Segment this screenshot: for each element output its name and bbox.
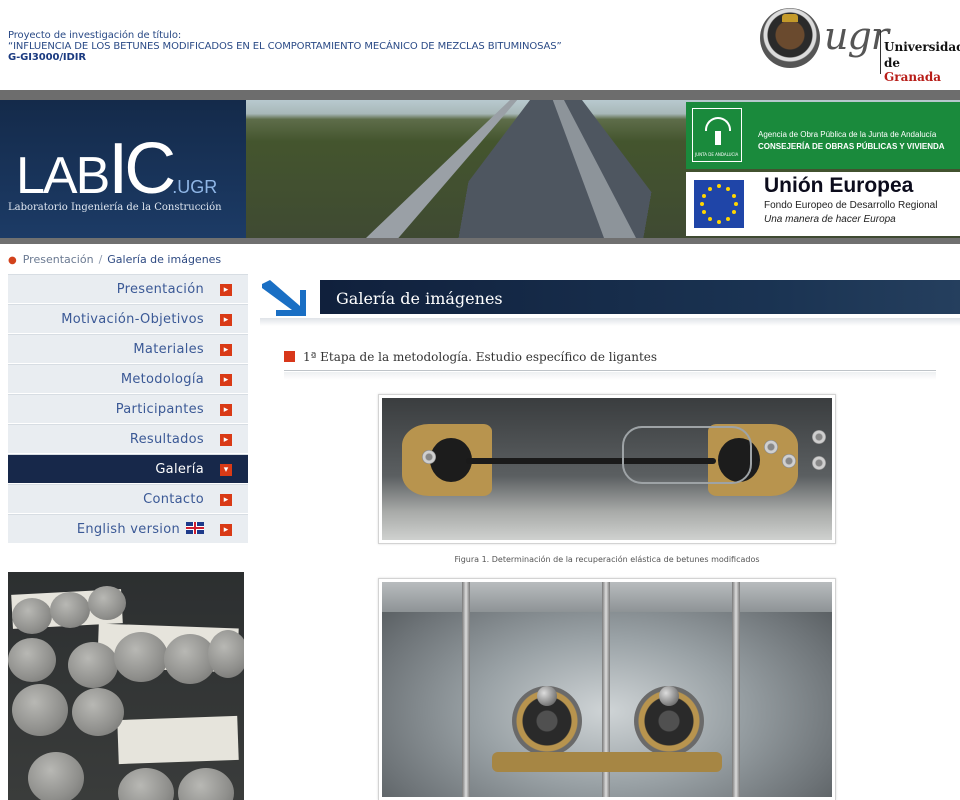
sidebar-item-label: Resultados bbox=[129, 431, 204, 447]
ugr-name-line1: Universidad bbox=[884, 40, 960, 54]
university-seal-icon bbox=[760, 8, 820, 68]
labic-logo-block[interactable]: LABIC.UGR Laboratorio Ingeniería de la C… bbox=[0, 100, 246, 238]
road-lanes bbox=[426, 100, 686, 238]
breadcrumb-separator: / bbox=[98, 253, 103, 266]
figure-1-photo bbox=[382, 398, 832, 540]
uk-flag-icon bbox=[186, 521, 204, 534]
section-header: Galería de imágenes bbox=[260, 274, 960, 320]
square-bullet-icon bbox=[284, 351, 295, 362]
sidebar-item-label: Galería bbox=[155, 461, 204, 477]
eu-title: Unión Europea bbox=[764, 174, 914, 197]
arrow-right-icon: ▸ bbox=[220, 374, 232, 386]
sidebar-item-english[interactable]: English version ▸ bbox=[8, 514, 248, 544]
sidebar-item-galeria[interactable]: Galería ▾ bbox=[8, 454, 248, 484]
ugr-name-line2: de Granada bbox=[884, 56, 960, 84]
labic-subtitle: Laboratorio Ingeniería de la Construcció… bbox=[8, 202, 222, 213]
sidebar-nav: Presentación ▸ Motivación-Objetivos ▸ Ma… bbox=[8, 274, 248, 544]
arrow-right-icon: ▸ bbox=[220, 524, 232, 536]
banner-bottom-bar bbox=[0, 238, 960, 244]
eu-line2: Una manera de hacer Europa bbox=[764, 214, 896, 225]
breadcrumb: ● Presentación / Galería de imágenes bbox=[8, 253, 221, 266]
figure-1-caption: Figura 1. Determinación de la recuperaci… bbox=[454, 555, 760, 564]
arrow-right-icon: ▸ bbox=[220, 284, 232, 296]
project-line2: “INFLUENCIA DE LOS BETUNES MODIFICADOS E… bbox=[8, 41, 562, 52]
eu-logo[interactable]: Unión Europea Fondo Europeo de Desarroll… bbox=[686, 172, 960, 236]
sidebar-item-resultados[interactable]: Resultados ▸ bbox=[8, 424, 248, 454]
section-header-shadow bbox=[260, 318, 960, 326]
stage-heading: 1ª Etapa de la metodología. Estudio espe… bbox=[284, 350, 657, 364]
ugr-name-prefix: de bbox=[884, 56, 901, 70]
arrow-down-right-icon bbox=[262, 280, 306, 316]
arrow-right-icon: ▸ bbox=[220, 314, 232, 326]
logo-divider bbox=[880, 30, 881, 74]
sidebar-item-metodologia[interactable]: Metodología ▸ bbox=[8, 364, 248, 394]
steel-ball-left bbox=[537, 686, 557, 706]
stage-heading-text: 1ª Etapa de la metodología. Estudio espe… bbox=[303, 350, 658, 364]
sidebar-item-label: Presentación bbox=[116, 281, 204, 297]
arrow-right-icon: ▸ bbox=[220, 344, 232, 356]
sidebar-item-label: Motivación-Objetivos bbox=[61, 311, 204, 327]
arrow-right-icon: ▸ bbox=[220, 404, 232, 416]
eu-flag-icon bbox=[694, 180, 744, 228]
sidebar-item-contacto[interactable]: Contacto ▸ bbox=[8, 484, 248, 514]
breadcrumb-current: Galería de imágenes bbox=[107, 253, 222, 266]
stage-divider-shadow bbox=[284, 372, 936, 380]
junta-andalucia-logo[interactable]: JUNTA DE ANDALUCIA Agencia de Obra Públi… bbox=[686, 102, 960, 169]
labic-letters: LAB bbox=[16, 147, 110, 205]
sidebar-item-materiales[interactable]: Materiales ▸ bbox=[8, 334, 248, 364]
figure-1-image[interactable] bbox=[378, 394, 836, 544]
top-header: Proyecto de investigación de título: “IN… bbox=[0, 0, 960, 90]
sidebar-item-label: Contacto bbox=[143, 491, 204, 507]
stage-divider bbox=[284, 370, 936, 371]
figure-2-photo bbox=[382, 582, 832, 797]
junta-line1: Agencia de Obra Pública de la Junta de A… bbox=[758, 130, 937, 139]
sidebar-item-motivacion[interactable]: Motivación-Objetivos ▸ bbox=[8, 304, 248, 334]
steel-ball-right bbox=[659, 686, 679, 706]
sidebar-photo-samples bbox=[8, 572, 244, 800]
arrow-right-icon: ▸ bbox=[220, 494, 232, 506]
sidebar-item-label: Metodología bbox=[120, 371, 204, 387]
labic-suffix: .UGR bbox=[172, 177, 218, 197]
ugr-logo[interactable]: ugr Universidad de Granada bbox=[760, 8, 960, 84]
english-label: English version bbox=[76, 521, 180, 537]
junta-line2: CONSEJERÍA DE OBRAS PÚBLICAS Y VIVIENDA bbox=[758, 142, 945, 151]
labic-logo: LABIC.UGR bbox=[16, 128, 217, 210]
junta-emblem-icon: JUNTA DE ANDALUCIA bbox=[692, 108, 742, 162]
sidebar-item-label: Materiales bbox=[133, 341, 204, 357]
sidebar-item-label: Participantes bbox=[115, 401, 204, 417]
eu-line1: Fondo Europeo de Desarrollo Regional bbox=[764, 200, 938, 211]
project-title: Proyecto de investigación de título: “IN… bbox=[8, 30, 562, 63]
labic-big: IC bbox=[108, 129, 176, 209]
sidebar-item-participantes[interactable]: Participantes ▸ bbox=[8, 394, 248, 424]
banner-top-bar bbox=[0, 90, 960, 100]
ugr-name-highlight: Granada bbox=[884, 70, 942, 84]
arrow-down-icon: ▾ bbox=[220, 464, 232, 476]
project-line1: Proyecto de investigación de título: bbox=[8, 30, 182, 41]
arrow-right-icon: ▸ bbox=[220, 434, 232, 446]
sidebar-item-label: English version bbox=[76, 521, 204, 537]
junta-badge-text: JUNTA DE ANDALUCIA bbox=[695, 152, 739, 157]
figure-2-image[interactable] bbox=[378, 578, 836, 800]
sidebar-item-presentacion[interactable]: Presentación ▸ bbox=[8, 274, 248, 304]
section-title: Galería de imágenes bbox=[336, 289, 503, 308]
project-code: G-GI3000/IDIR bbox=[8, 52, 86, 63]
ugr-wordmark: ugr bbox=[824, 14, 889, 58]
breadcrumb-home[interactable]: Presentación bbox=[23, 253, 94, 266]
bullet-icon: ● bbox=[8, 255, 17, 266]
section-title-bar: Galería de imágenes bbox=[320, 280, 960, 314]
